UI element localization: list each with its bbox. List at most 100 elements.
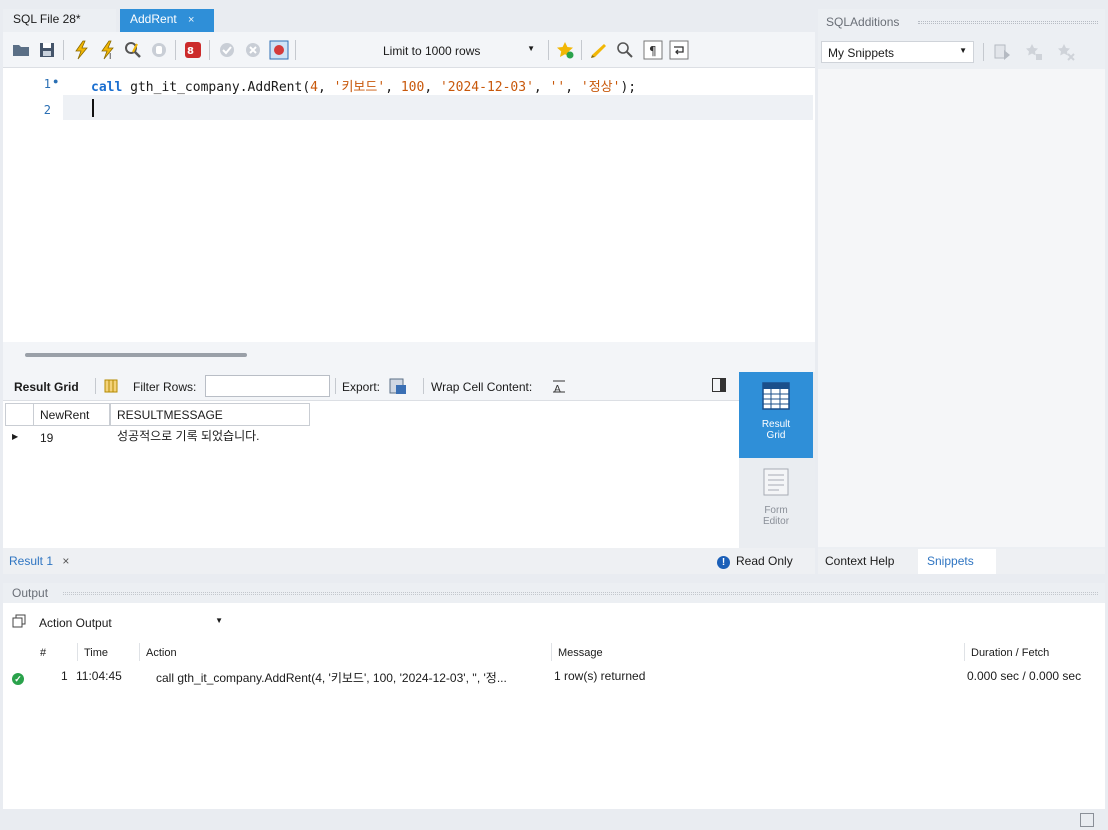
tab-context-help[interactable]: Context Help	[825, 554, 894, 568]
tab-label: Result 1	[9, 554, 54, 568]
panel-layout-icon[interactable]	[1080, 813, 1094, 827]
close-tab-icon[interactable]: ×	[62, 554, 69, 568]
result-grid-view-label: Result Grid	[761, 419, 791, 441]
export-label: Export:	[342, 380, 381, 394]
sql-text: ,	[533, 80, 550, 95]
stop-icon[interactable]	[149, 40, 169, 60]
output-panel-header: Output	[3, 583, 1105, 603]
beautify-icon[interactable]	[589, 40, 609, 60]
sql-text: ,	[385, 80, 401, 95]
execute-current-icon[interactable]: I	[97, 40, 117, 60]
splitter-handle[interactable]	[25, 353, 247, 357]
toolbar-separator	[983, 43, 984, 61]
sql-text: ,	[317, 80, 334, 95]
snippet-replace-icon[interactable]	[1024, 42, 1044, 62]
filter-rows-label: Filter Rows:	[133, 380, 197, 394]
tab-result-1[interactable]: Result 1 ×	[9, 554, 69, 568]
sql-literal: '2024-12-03'	[439, 80, 534, 95]
sql-text: ,	[424, 80, 440, 95]
grid-row-header-corner	[5, 403, 33, 426]
toolbar-separator	[209, 40, 210, 60]
close-tab-icon[interactable]: ×	[188, 14, 194, 26]
snippet-category-select[interactable]: My Snippets ▼	[821, 41, 974, 63]
toggle-autocommit-icon[interactable]: 8	[183, 40, 203, 60]
result-grid-icon	[762, 382, 790, 410]
sql-code-editor[interactable]: 1 ● call gth_it_company.AddRent(4, '키보드'…	[3, 68, 815, 342]
column-header-newrent[interactable]: NewRent	[33, 403, 110, 426]
info-icon: !	[717, 556, 730, 569]
line-number: 2	[43, 103, 51, 117]
commit-icon[interactable]	[217, 40, 237, 60]
status-bar	[0, 809, 1108, 830]
line-number: 1	[43, 77, 51, 91]
cell-newrent[interactable]: 19	[40, 431, 53, 445]
column-header-index[interactable]: #	[40, 647, 46, 659]
cell-resultmessage[interactable]: 성공적으로 기록 되었습니다.	[117, 427, 259, 444]
column-header-resultmessage[interactable]: RESULTMESSAGE	[110, 403, 310, 426]
panel-title: SQLAdditions	[826, 15, 900, 29]
panel-title-grip	[63, 592, 1098, 595]
editor-result-splitter[interactable]	[3, 342, 815, 372]
column-separator	[551, 643, 552, 661]
invisible-chars-icon[interactable]: ¶	[643, 40, 663, 60]
column-header-action[interactable]: Action	[146, 647, 177, 659]
panel-title-grip	[918, 21, 1098, 24]
tab-sql-file-28[interactable]: SQL File 28*	[3, 9, 116, 32]
column-header-duration[interactable]: Duration / Fetch	[971, 647, 1049, 659]
additions-tab-strip: Context Help Snippets	[818, 549, 1105, 574]
column-header-time[interactable]: Time	[84, 647, 108, 659]
cell-action: call gth_it_company.AddRent(4, '키보드', 10…	[156, 671, 507, 685]
read-only-indicator: ! Read Only	[717, 554, 793, 569]
grid-layout-icon[interactable]	[104, 379, 118, 393]
cell-duration: 0.000 sec / 0.000 sec	[967, 669, 1082, 683]
explain-icon[interactable]	[123, 40, 143, 60]
sql-keyword: call	[91, 80, 123, 95]
bookmark-add-icon[interactable]	[555, 40, 575, 60]
toolbar-separator	[295, 40, 296, 60]
snippet-list[interactable]	[818, 69, 1105, 547]
output-type-select[interactable]: Action Output ▼	[39, 613, 229, 633]
tab-label: AddRent	[130, 12, 177, 26]
table-row[interactable]: 19 성공적으로 기록 되었습니다.	[33, 427, 310, 447]
current-row-pointer-icon: ▶	[12, 432, 19, 441]
result-grid: NewRent RESULTMESSAGE ▶ 19 성공적으로 기록 되었습니…	[3, 401, 739, 548]
panel-title: Output	[12, 586, 49, 600]
toggle-side-panel-icon[interactable]	[712, 378, 726, 392]
statement-marker-icon: ●	[53, 76, 59, 86]
sql-literal: '정상'	[580, 80, 621, 95]
tab-snippets[interactable]: Snippets	[918, 549, 996, 574]
sql-editor-toolbar: I 8 Limit to 1000 rows ▼ ¶	[3, 32, 815, 68]
result-grid-label[interactable]: Result Grid	[14, 380, 79, 394]
find-icon[interactable]	[615, 40, 635, 60]
tab-addrent[interactable]: AddRent ×	[120, 9, 214, 32]
copy-icon[interactable]	[12, 614, 26, 628]
code-line[interactable]: call gth_it_company.AddRent(4, '키보드', 10…	[91, 76, 636, 95]
execute-icon[interactable]	[71, 40, 91, 60]
column-separator	[964, 643, 965, 661]
success-check-icon: ✓	[12, 673, 24, 685]
open-folder-icon[interactable]	[11, 40, 31, 60]
result-grid-view-button[interactable]: Result Grid	[739, 372, 813, 458]
toolbar-separator	[548, 40, 549, 60]
cell-index: 1	[61, 669, 68, 683]
chevron-down-icon: ▼	[527, 44, 535, 53]
form-editor-view-button[interactable]: Form Editor	[739, 460, 813, 546]
current-line-highlight	[63, 95, 813, 120]
column-header-message[interactable]: Message	[558, 647, 603, 659]
wrap-cell-icon[interactable]: A	[552, 379, 566, 393]
snippet-delete-icon[interactable]	[1056, 42, 1076, 62]
wrap-icon[interactable]	[669, 40, 689, 60]
save-icon[interactable]	[37, 40, 57, 60]
export-icon[interactable]	[389, 377, 407, 395]
tab-label: SQL File 28*	[13, 12, 81, 26]
snippet-insert-icon[interactable]	[992, 42, 1012, 62]
sql-literal: '키보드'	[333, 80, 386, 95]
table-row[interactable]: ✓ 1 11:04:45 call gth_it_company.AddRent…	[3, 663, 1105, 687]
filter-rows-input[interactable]	[205, 375, 330, 397]
sql-literal: 100	[400, 80, 425, 95]
svg-text:¶: ¶	[649, 44, 657, 58]
rollback-icon[interactable]	[243, 40, 263, 60]
limit-rows-select[interactable]: Limit to 1000 rows ▼	[383, 41, 543, 61]
cell-message: 1 row(s) returned	[554, 669, 646, 683]
toggle-stop-on-error-icon[interactable]	[269, 40, 289, 60]
